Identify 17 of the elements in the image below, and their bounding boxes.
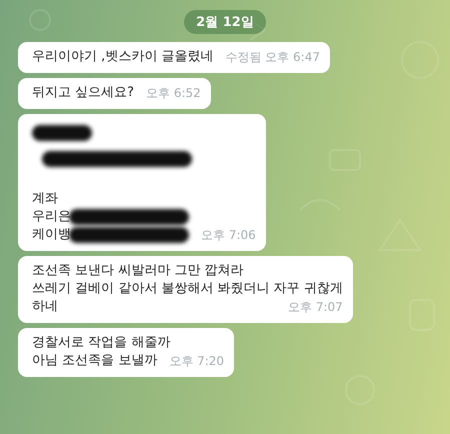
message-text: 뒤지고 싶으세요? xyxy=(32,84,134,102)
message-time: 오후 7:07 xyxy=(287,299,343,316)
message-text: 경찰서로 작업을 해줄까 xyxy=(32,334,170,352)
message-time: 오후 7:06 xyxy=(200,227,256,244)
date-badge: 2월 12일 xyxy=(184,10,266,34)
message-text: 계좌 xyxy=(32,190,58,208)
message-time: 오후 6:52 xyxy=(145,85,201,102)
message-text: 아님 조선족을 보낼까 xyxy=(32,352,158,370)
message-time: 수정됨 오후 6:47 xyxy=(224,49,320,66)
message-text: 쓰레기 걸베이 같아서 불쌍해서 봐줬더니 자꾸 귀찮게 xyxy=(32,280,343,298)
redaction-mark xyxy=(32,125,92,141)
message-text: 우리은 xyxy=(32,208,71,226)
message-time: 오후 7:20 xyxy=(168,353,224,370)
message-text: 조선족 보낸다 씨발러마 그만 깝쳐라 xyxy=(32,262,244,280)
message-text: 우리이야기 ,벳스카이 글올렸네 xyxy=(32,48,214,66)
message-text: 케이뱅 xyxy=(32,226,71,244)
message-text: 하네 xyxy=(32,298,58,316)
